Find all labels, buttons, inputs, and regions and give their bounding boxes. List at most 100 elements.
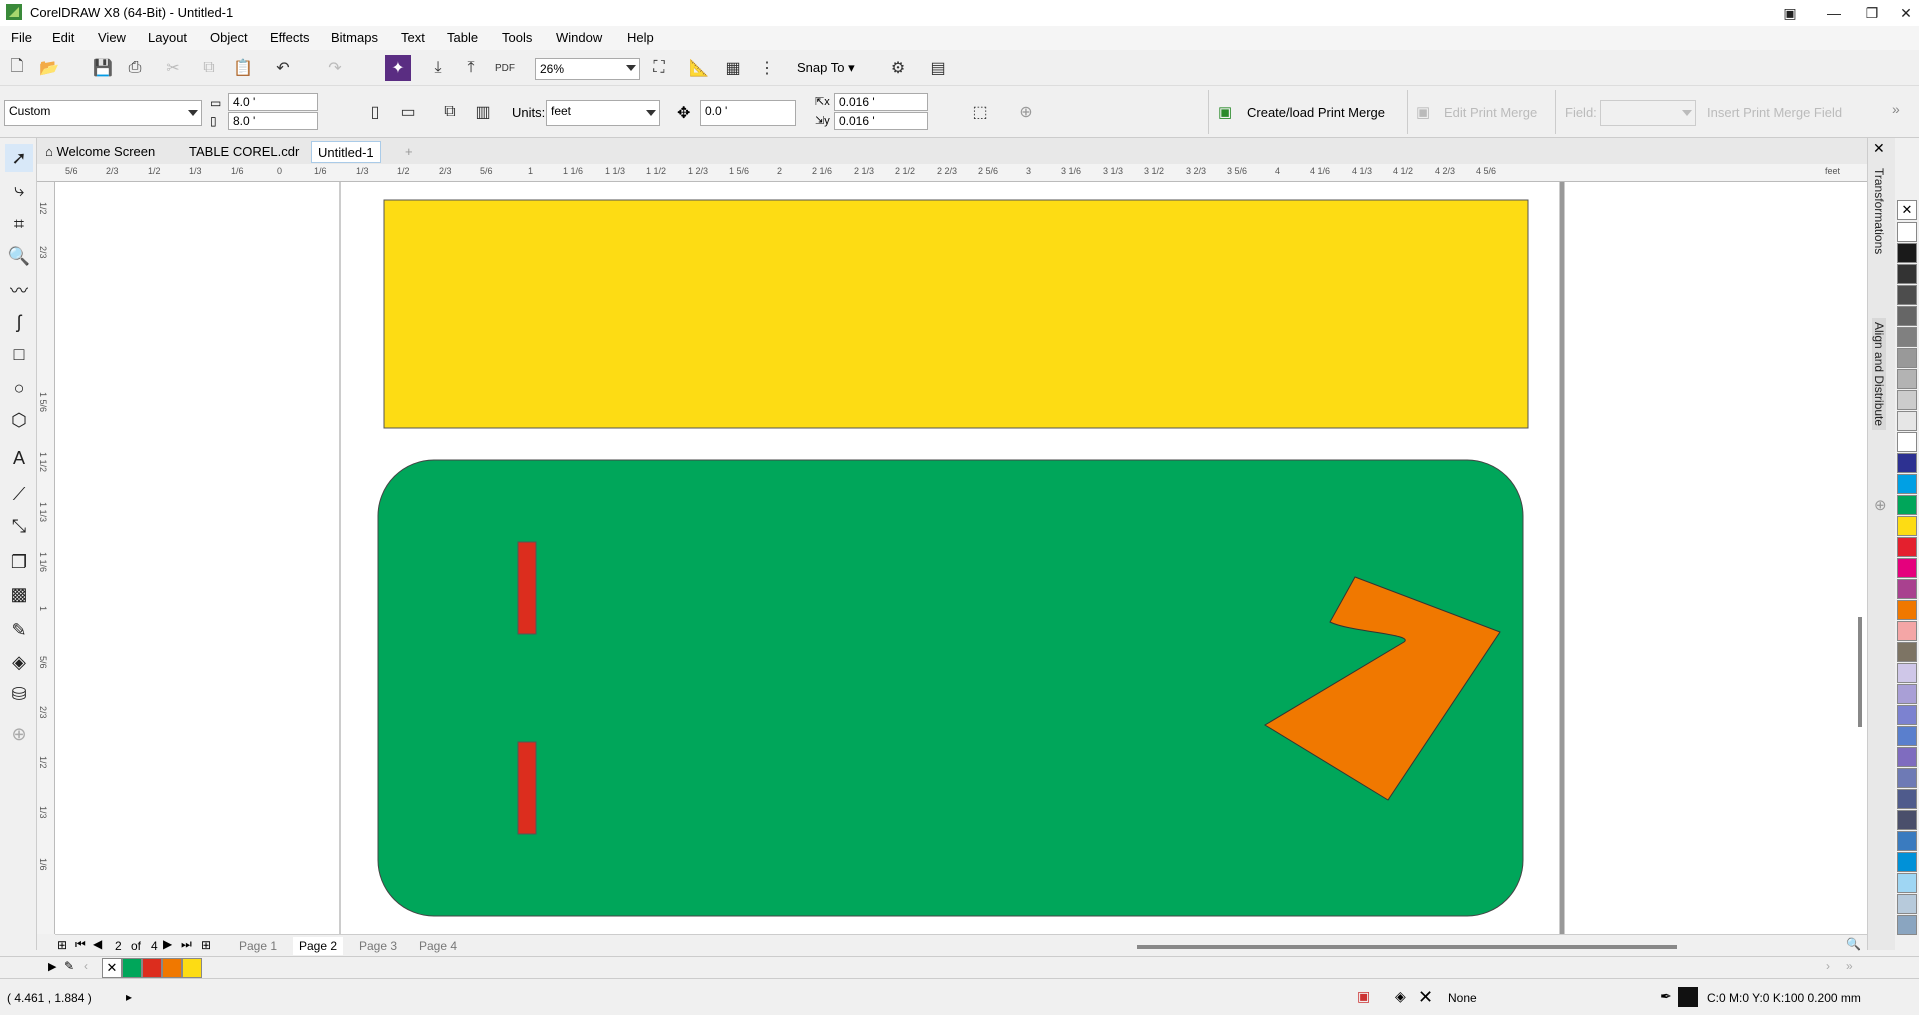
menu-text[interactable]: Text xyxy=(401,30,425,45)
new-document-icon[interactable]: 🗋 xyxy=(4,55,30,81)
tab-welcome-screen[interactable]: ⌂ Welcome Screen xyxy=(39,141,161,163)
redo-icon[interactable]: ↷ xyxy=(322,55,348,81)
edit-print-merge-button[interactable]: Edit Print Merge xyxy=(1444,105,1537,120)
application-launcher-icon[interactable]: ▤ xyxy=(925,55,951,81)
color-swatch[interactable] xyxy=(1897,558,1917,578)
menu-layout[interactable]: Layout xyxy=(148,30,187,45)
color-swatch[interactable] xyxy=(1897,726,1917,746)
document-color-settings-icon[interactable]: ▣ xyxy=(1357,988,1370,1005)
vertical-ruler[interactable]: 1/2 2/3 1 5/6 1 1/2 1 1/3 1 1/6 1 5/6 2/… xyxy=(37,182,55,934)
color-swatch[interactable] xyxy=(1897,369,1917,389)
yellow-rectangle[interactable] xyxy=(383,199,1529,429)
color-swatch[interactable] xyxy=(1897,642,1917,662)
open-icon[interactable]: 📂 xyxy=(36,55,62,81)
docker-transformations[interactable]: Transformations xyxy=(1872,168,1886,254)
color-swatch[interactable] xyxy=(1897,453,1917,473)
add-page-after-icon[interactable]: ⊞ xyxy=(201,938,211,952)
menu-table[interactable]: Table xyxy=(447,30,478,45)
import-icon[interactable]: ⤓ xyxy=(425,55,451,81)
menu-edit[interactable]: Edit xyxy=(52,30,74,45)
color-swatch[interactable] xyxy=(1897,663,1917,683)
color-swatch[interactable] xyxy=(1897,684,1917,704)
polygon-tool-icon[interactable]: ⬡ xyxy=(5,406,33,434)
duplicate-x-field[interactable]: 0.016 ' xyxy=(834,93,928,111)
portrait-icon[interactable]: ▯ xyxy=(362,99,388,125)
show-guidelines-icon[interactable]: ⋮ xyxy=(754,55,780,81)
add-preset-icon[interactable]: ⊕ xyxy=(1013,99,1039,125)
palette-play-icon[interactable]: ▶ xyxy=(48,960,56,973)
page-tab-3[interactable]: Page 3 xyxy=(353,937,403,955)
zoom-tool-icon[interactable]: 🔍 xyxy=(5,242,33,270)
ellipse-tool-icon[interactable]: ○ xyxy=(5,374,33,402)
show-rulers-icon[interactable]: 📐 xyxy=(686,55,712,81)
page-tab-1[interactable]: Page 1 xyxy=(233,937,283,955)
new-tab-icon[interactable]: + xyxy=(399,141,419,163)
export-icon[interactable]: ⤒ xyxy=(458,55,484,81)
text-tool-icon[interactable]: A xyxy=(5,444,33,472)
add-docker-icon[interactable]: ⊕ xyxy=(1874,496,1887,514)
cut-icon[interactable]: ✂ xyxy=(160,55,186,81)
add-page-before-icon[interactable]: ⊞ xyxy=(57,938,67,952)
page-tab-4[interactable]: Page 4 xyxy=(413,937,463,955)
color-swatch[interactable] xyxy=(1897,222,1917,242)
publish-pdf-icon[interactable]: PDF xyxy=(492,55,518,81)
next-page-icon[interactable]: ▶ xyxy=(163,937,172,951)
color-swatch[interactable] xyxy=(1897,789,1917,809)
document-color-swatch[interactable] xyxy=(122,958,142,978)
tab-untitled-1[interactable]: Untitled-1 xyxy=(311,141,381,163)
color-swatch[interactable] xyxy=(1897,411,1917,431)
palette-scroll-left-icon[interactable]: ‹ xyxy=(84,959,88,973)
color-swatch[interactable] xyxy=(1897,621,1917,641)
palette-scroll-right-icon[interactable]: › xyxy=(1826,959,1830,973)
color-swatch[interactable] xyxy=(1897,810,1917,830)
account-icon[interactable]: ▣ xyxy=(1770,0,1810,26)
outline-pen-icon[interactable]: ✒ xyxy=(1660,988,1672,1005)
rectangle-tool-icon[interactable]: □ xyxy=(5,340,33,368)
tab-table-corel[interactable]: TABLE COREL.cdr xyxy=(183,141,305,163)
color-swatch[interactable] xyxy=(1897,537,1917,557)
undo-icon[interactable]: ↶ xyxy=(270,55,296,81)
document-color-swatch[interactable] xyxy=(182,958,202,978)
close-docker-icon[interactable]: ✕ xyxy=(1873,140,1885,157)
more-options-icon[interactable]: » xyxy=(1892,101,1900,117)
copy-icon[interactable]: ⧉ xyxy=(196,55,222,81)
create-print-merge-button[interactable]: Create/load Print Merge xyxy=(1247,105,1385,120)
previous-page-icon[interactable]: ◀ xyxy=(93,937,102,951)
search-content-icon[interactable]: ✦ xyxy=(385,55,411,81)
menu-tools[interactable]: Tools xyxy=(502,30,532,45)
color-swatch[interactable] xyxy=(1897,306,1917,326)
page-border-icon[interactable]: ⬚ xyxy=(967,99,993,125)
crop-tool-icon[interactable]: ⌗ xyxy=(5,210,33,238)
docker-align-distribute[interactable]: Align and Distribute xyxy=(1872,318,1886,431)
show-grid-icon[interactable]: ▦ xyxy=(720,55,746,81)
palette-eyedropper-icon[interactable]: ✎ xyxy=(64,959,74,973)
nudge-distance-field[interactable]: 0.0 ' xyxy=(700,100,796,126)
insert-print-merge-field-button[interactable]: Insert Print Merge Field xyxy=(1707,105,1842,120)
dimension-tool-icon[interactable]: ⟋ xyxy=(5,480,33,508)
options-gear-icon[interactable]: ⚙ xyxy=(885,55,911,81)
freehand-tool-icon[interactable]: 〰 xyxy=(5,276,33,304)
menu-window[interactable]: Window xyxy=(556,30,602,45)
close-button[interactable]: ✕ xyxy=(1886,0,1919,26)
all-pages-icon[interactable]: ⧉ xyxy=(437,99,463,125)
color-swatch[interactable] xyxy=(1897,873,1917,893)
menu-help[interactable]: Help xyxy=(627,30,654,45)
status-expand-icon[interactable]: ▸ xyxy=(126,990,132,1004)
horizontal-scrollbar[interactable] xyxy=(1137,945,1677,949)
color-swatch[interactable] xyxy=(1897,474,1917,494)
color-swatch[interactable] xyxy=(1897,747,1917,767)
menu-view[interactable]: View xyxy=(98,30,126,45)
add-tool-icon[interactable]: ⊕ xyxy=(5,720,33,748)
zoom-navigator-icon[interactable]: 🔍 xyxy=(1846,937,1861,951)
red-bar-top[interactable] xyxy=(517,541,537,635)
color-swatch[interactable] xyxy=(1897,495,1917,515)
drawing-canvas[interactable] xyxy=(55,182,1867,934)
units-dropdown[interactable]: feet xyxy=(546,100,660,126)
color-swatch[interactable] xyxy=(1897,768,1917,788)
color-swatch[interactable] xyxy=(1897,390,1917,410)
print-icon[interactable]: ⎙ xyxy=(122,55,148,81)
color-swatch[interactable] xyxy=(1897,285,1917,305)
current-page-icon[interactable]: ▥ xyxy=(470,99,496,125)
horizontal-ruler[interactable]: 5/6 2/3 1/2 1/3 1/6 0 1/6 1/3 1/2 2/3 5/… xyxy=(37,164,1867,182)
color-swatch[interactable] xyxy=(1897,348,1917,368)
